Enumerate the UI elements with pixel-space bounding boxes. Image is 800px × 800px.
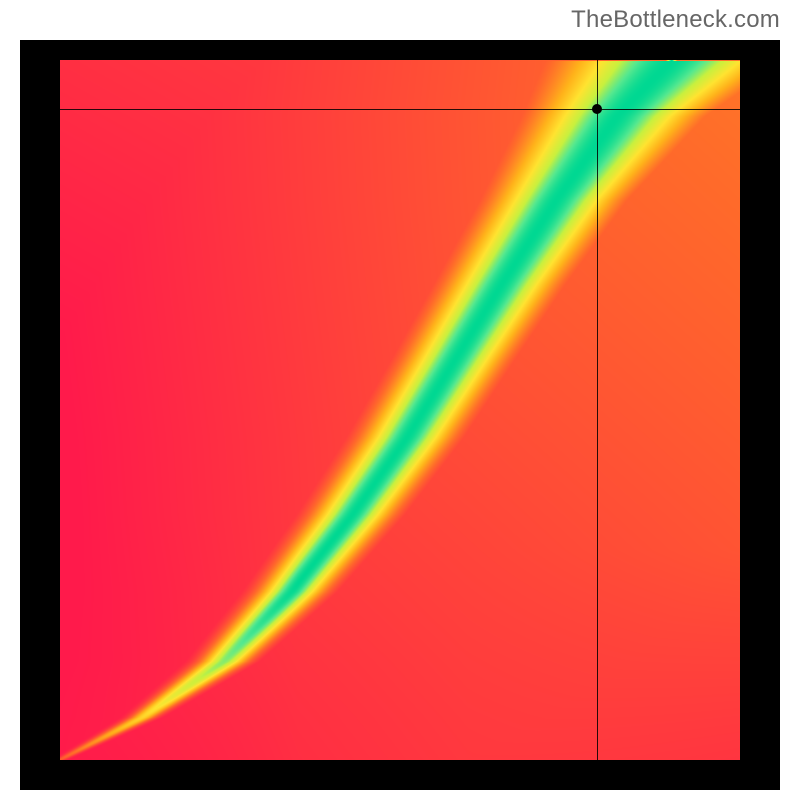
watermark-text: TheBottleneck.com: [571, 6, 780, 34]
crosshair-horizontal: [60, 109, 740, 110]
chart-frame: TheBottleneck.com: [0, 0, 800, 800]
marker-dot: [592, 104, 602, 114]
plot-area: [60, 60, 740, 760]
plot-border: [20, 40, 780, 790]
crosshair-vertical: [597, 60, 598, 760]
heatmap-canvas: [60, 60, 740, 760]
